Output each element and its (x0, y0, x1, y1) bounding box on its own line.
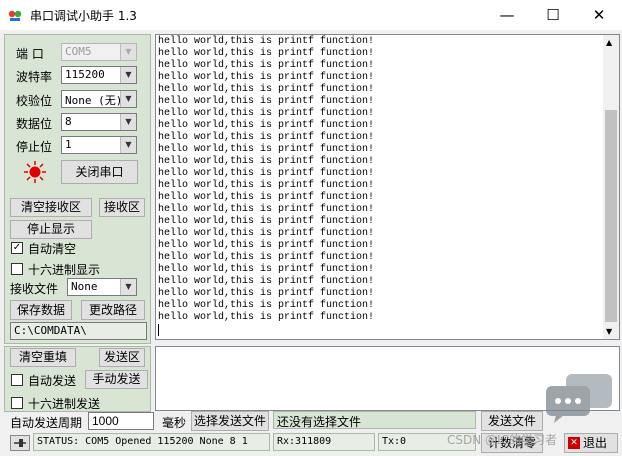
status-text: STATUS: COM5 Opened 115200 None 8 1 (33, 433, 270, 451)
exit-icon: ✕ (568, 437, 580, 449)
data-bits-label: 数据位 (16, 117, 53, 131)
manual-send-button[interactable]: 手动发送 (85, 370, 148, 389)
text-cursor (158, 324, 159, 336)
baud-value: 115200 (65, 68, 105, 81)
receive-line: hello world,this is printf function! (158, 72, 375, 83)
port-status-indicator-icon (24, 161, 46, 183)
receive-line: hello world,this is printf function! (158, 84, 375, 95)
save-path-field[interactable]: C:\COMDATA\ (10, 322, 147, 340)
receive-line: hello world,this is printf function! (158, 132, 375, 143)
app-icon (8, 10, 22, 21)
hex-send-checkbox[interactable] (11, 397, 23, 409)
send-period-input[interactable]: 1000 (88, 412, 154, 430)
baud-label: 波特率 (16, 70, 53, 84)
change-path-button[interactable]: 更改路径 (81, 300, 145, 320)
chevron-down-icon: ▼ (120, 114, 136, 130)
save-path-value: C:\COMDATA\ (14, 324, 87, 337)
close-port-button[interactable]: 关闭串口 (61, 160, 138, 184)
receive-line: hello world,this is printf function! (158, 300, 375, 311)
scrollbar-thumb[interactable] (605, 110, 617, 322)
receive-line: hello world,this is printf function! (158, 192, 375, 203)
receive-line: hello world,this is printf function! (158, 180, 375, 191)
receive-file-value: None (71, 280, 98, 293)
receive-line: hello world,this is printf function! (158, 228, 375, 239)
stop-display-button[interactable]: 停止显示 (10, 220, 92, 239)
receive-line: hello world,this is printf function! (158, 240, 375, 251)
auto-send-label: 自动发送 (28, 374, 77, 388)
exit-button[interactable]: ✕ 退出 (564, 433, 618, 453)
receive-line: hello world,this is printf function! (158, 168, 375, 179)
port-value: COM5 (65, 45, 92, 58)
auto-clear-checkbox[interactable]: ✓ (11, 242, 23, 254)
auto-send-checkbox[interactable] (11, 374, 23, 386)
title-bar: 串口调试小助手 1.3 — ☐ ✕ (0, 0, 622, 30)
receive-line: hello world,this is printf function! (158, 120, 375, 131)
send-period-label: 自动发送周期 (10, 416, 83, 430)
stop-bits-label: 停止位 (16, 140, 53, 154)
hex-display-label: 十六进制显示 (28, 263, 101, 277)
auto-clear-label: 自动清空 (28, 242, 77, 256)
chevron-down-icon: ▼ (120, 279, 136, 295)
receive-line: hello world,this is printf function! (158, 252, 375, 263)
receive-line: hello world,this is printf function! (158, 36, 375, 47)
selected-file-field: 还没有选择文件 (273, 411, 476, 429)
send-period-value: 1000 (92, 414, 119, 428)
receive-file-label: 接收文件 (10, 282, 59, 296)
receive-line: hello world,this is printf function! (158, 144, 375, 155)
rx-counter: Rx:311809 (273, 433, 375, 451)
receive-line: hello world,this is printf function! (158, 108, 375, 119)
receive-line: hello world,this is printf function! (158, 276, 375, 287)
parity-label: 校验位 (16, 94, 53, 108)
receive-textarea[interactable]: hello world,this is printf function! hell… (155, 34, 604, 340)
choose-send-file-button[interactable]: 选择发送文件 (191, 411, 269, 431)
chevron-down-icon: ▼ (120, 137, 136, 153)
watermark-text: CSDN @IC的学习者 (447, 433, 557, 447)
send-area-button[interactable]: 发送区 (99, 348, 145, 367)
save-data-button[interactable]: 保存数据 (10, 300, 72, 320)
chevron-down-icon: ▼ (120, 91, 136, 107)
receive-area-button[interactable]: 接收区 (99, 198, 145, 217)
chevron-down-icon: ▼ (120, 67, 136, 83)
ms-label: 毫秒 (162, 416, 187, 430)
receive-line: hello world,this is printf function! (158, 216, 375, 227)
stop-bits-value: 1 (65, 138, 72, 151)
scroll-up-icon[interactable]: ▲ (606, 38, 612, 47)
receive-line: hello world,this is printf function! (158, 312, 375, 323)
close-button[interactable]: ✕ (576, 0, 622, 30)
minimize-button[interactable]: — (484, 0, 530, 30)
chat-bubble-icon (546, 374, 612, 423)
receive-line: hello world,this is printf function! (158, 156, 375, 167)
receive-line: hello world,this is printf function! (158, 264, 375, 275)
parity-value: None (无) (65, 94, 123, 107)
receive-line: hello world,this is printf function! (158, 96, 375, 107)
data-bits-value: 8 (65, 115, 72, 128)
scroll-down-icon[interactable]: ▼ (606, 327, 612, 336)
clear-resend-button[interactable]: 清空重填 (10, 348, 76, 367)
receive-line: hello world,this is printf function! (158, 288, 375, 299)
maximize-button[interactable]: ☐ (530, 0, 576, 30)
receive-line: hello world,this is printf function! (158, 60, 375, 71)
port-label: 端 口 (16, 47, 44, 61)
exit-label: 退出 (583, 436, 608, 450)
receive-line: hello world,this is printf function! (158, 204, 375, 215)
hex-display-checkbox[interactable] (11, 263, 23, 275)
send-file-button[interactable]: 发送文件 (481, 411, 543, 431)
chevron-down-icon: ▼ (120, 44, 136, 60)
receive-line: hello world,this is printf function! (158, 48, 375, 59)
hex-send-label: 十六进制发送 (28, 397, 101, 411)
window-title: 串口调试小助手 1.3 (30, 9, 137, 23)
pin-icon[interactable] (10, 435, 30, 451)
clear-receive-button[interactable]: 清空接收区 (10, 198, 92, 217)
receive-scrollbar[interactable]: ▲ ▼ (603, 34, 620, 340)
